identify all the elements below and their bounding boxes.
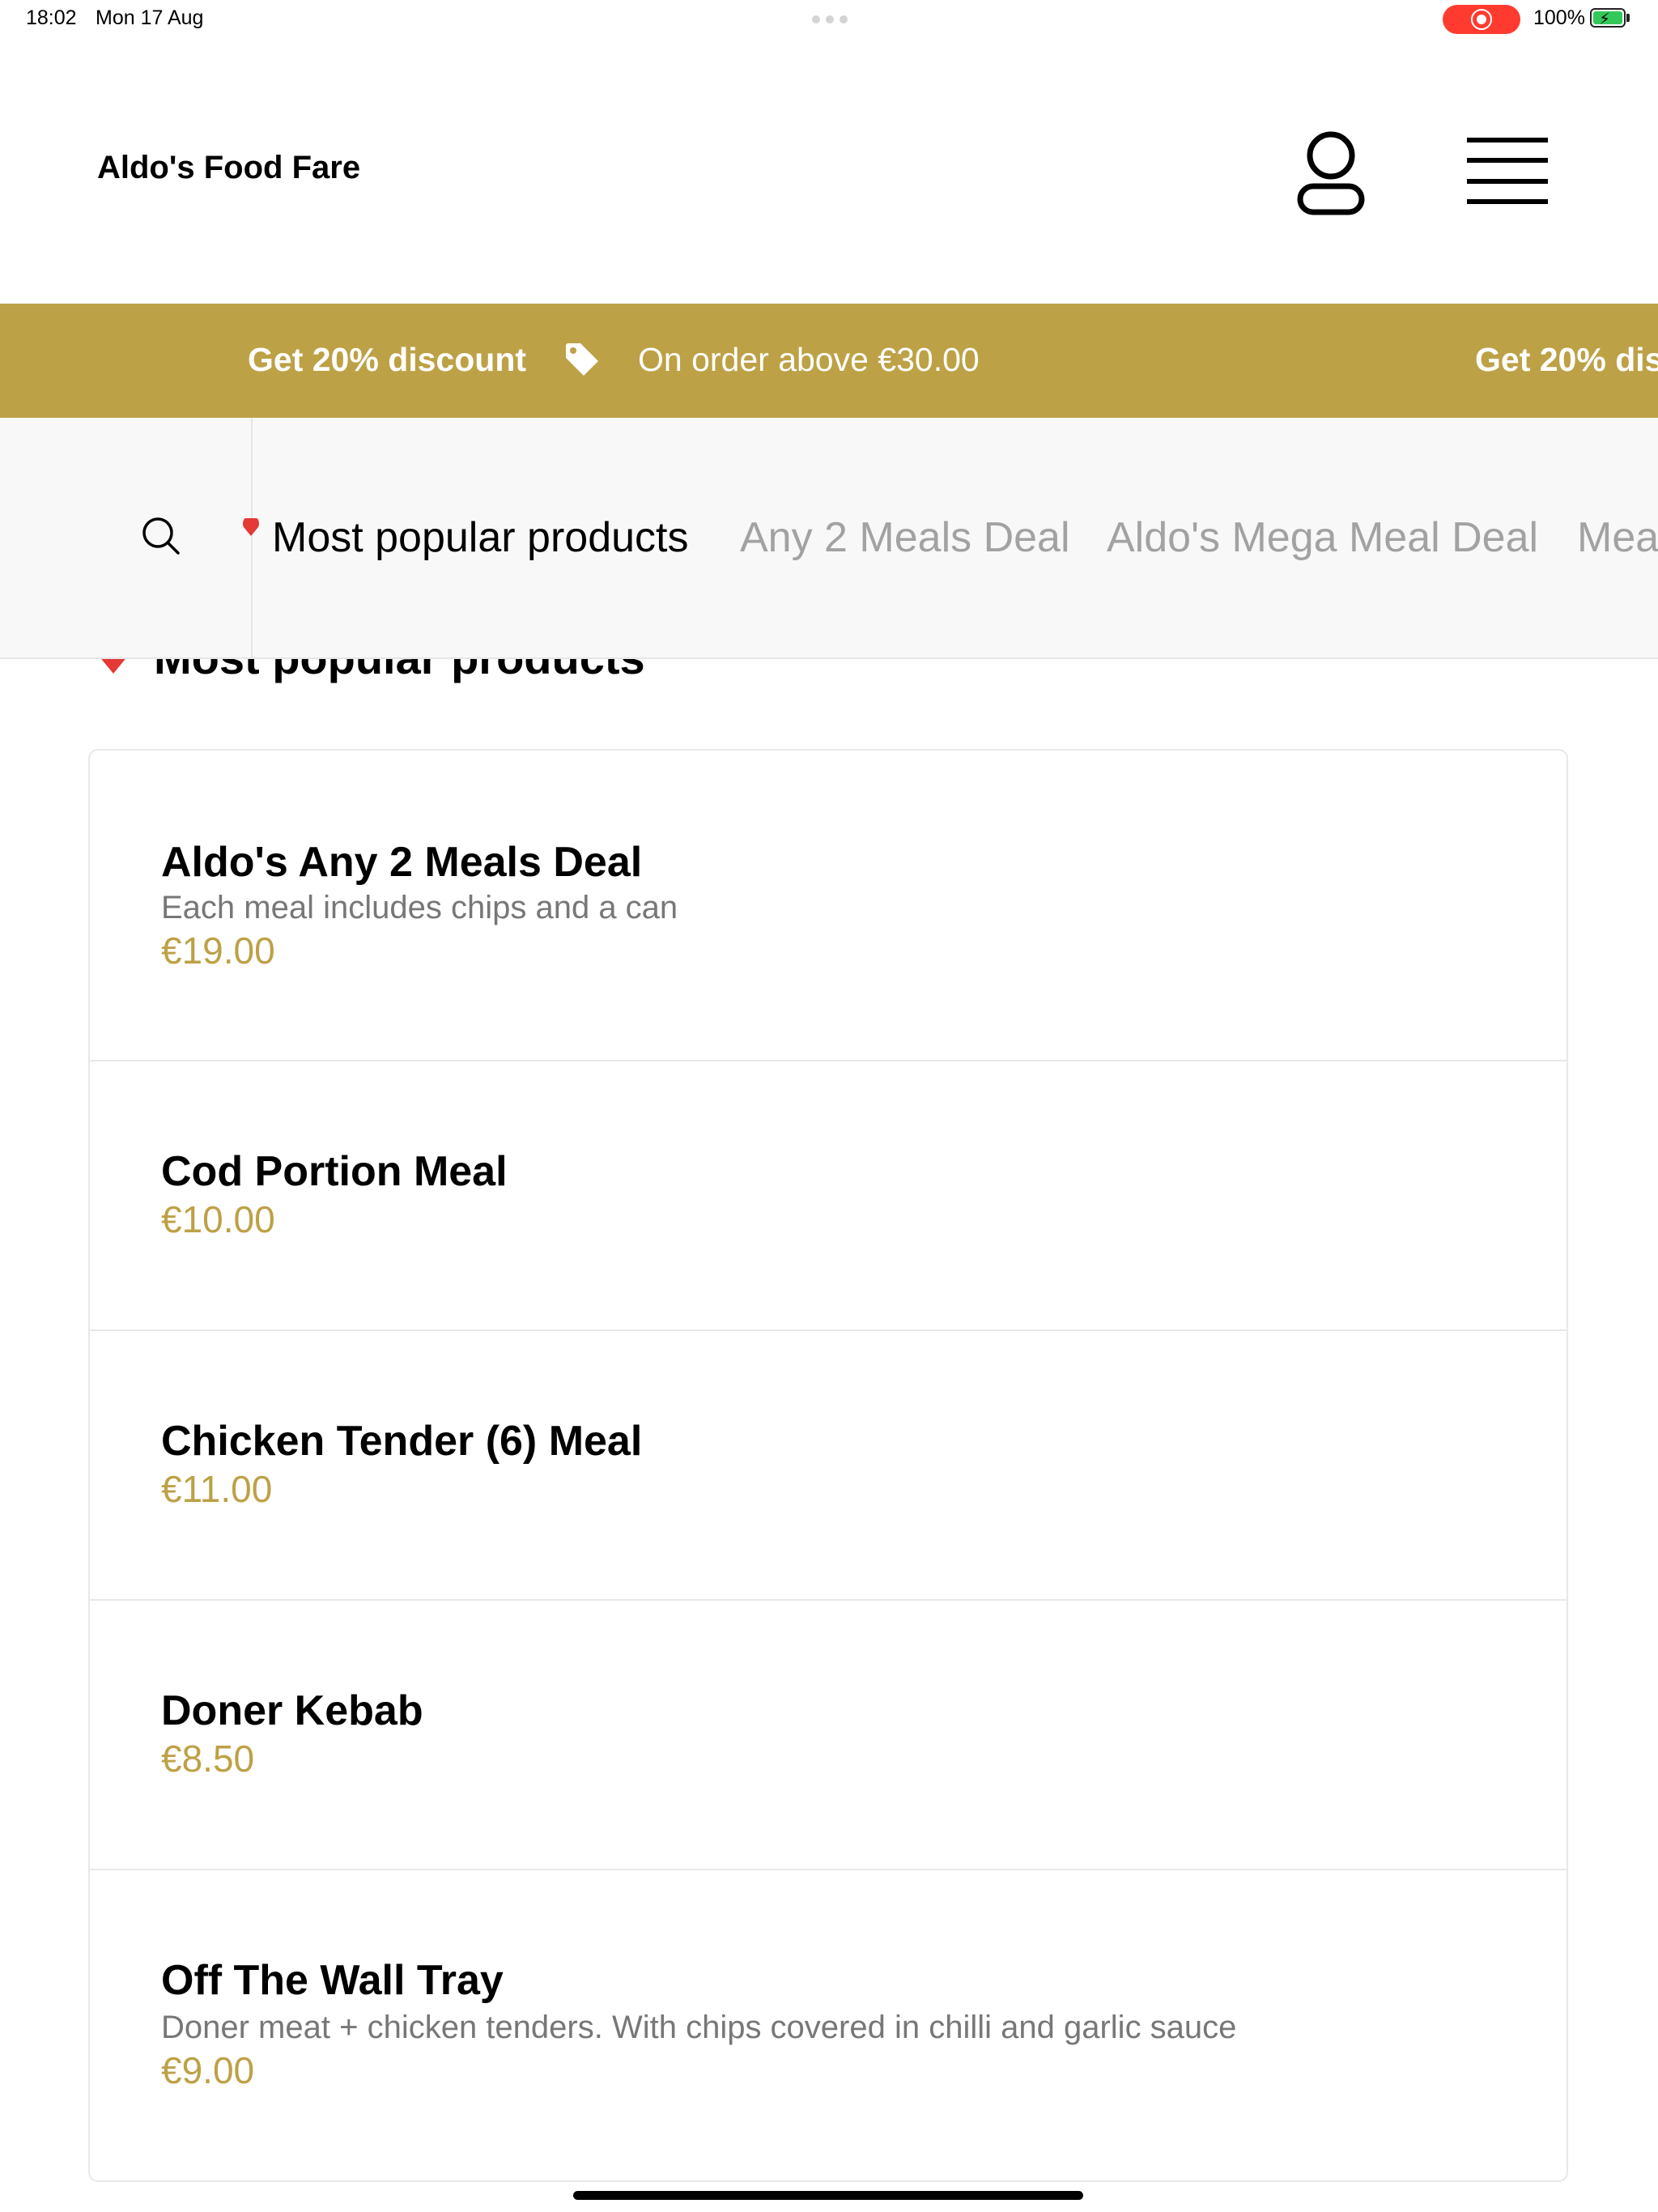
- category-nav: Most popular products Any 2 Meals Deal A…: [0, 418, 1658, 659]
- account-icon[interactable]: [1295, 128, 1367, 217]
- product-name: Chicken Tender (6) Meal: [161, 1418, 643, 1465]
- search-button[interactable]: [0, 418, 253, 657]
- promo-banner: Get 20% discount On order above €30.00 G…: [0, 304, 1658, 418]
- product-card[interactable]: Off The Wall Tray Doner meat + chicken t…: [90, 1870, 1567, 2180]
- product-card[interactable]: Chicken Tender (6) Meal €11.00: [90, 1331, 1567, 1601]
- product-price: €10.00: [161, 1198, 275, 1240]
- product-name: Doner Kebab: [161, 1687, 423, 1734]
- product-name: Cod Portion Meal: [161, 1148, 508, 1195]
- search-icon: [142, 517, 180, 555]
- battery-percent: 100%: [1533, 6, 1585, 29]
- battery-icon: ⚡: [1590, 8, 1626, 28]
- category-any-2-meals-deal[interactable]: Any 2 Meals Deal: [740, 513, 1070, 562]
- promo-headline-repeat: Get 20% dis: [1475, 341, 1658, 378]
- product-price: €19.00: [161, 929, 275, 972]
- battery-tip: [1626, 14, 1630, 22]
- promo-headline: Get 20% discount: [248, 341, 527, 378]
- product-card[interactable]: Cod Portion Meal €10.00: [90, 1061, 1567, 1331]
- product-card[interactable]: Doner Kebab €8.50: [90, 1601, 1567, 1870]
- product-price: €9.00: [161, 2049, 255, 2091]
- product-name: Aldo's Any 2 Meals Deal: [161, 839, 643, 886]
- product-list: Aldo's Any 2 Meals Deal Each meal includ…: [88, 749, 1568, 2182]
- status-bar: 18:02 Mon 17 Aug 100% ⚡: [0, 0, 1658, 40]
- product-price: €11.00: [161, 1468, 273, 1510]
- menu-icon[interactable]: [1467, 138, 1548, 204]
- brand-name[interactable]: Aldo's Food Fare: [97, 150, 360, 186]
- category-pin-icon: [243, 518, 259, 536]
- product-card[interactable]: Aldo's Any 2 Meals Deal Each meal includ…: [90, 751, 1567, 1061]
- price-tag-icon: [566, 343, 598, 376]
- product-description: Doner meat + chicken tenders. With chips…: [161, 2010, 1237, 2045]
- status-time: 18:02: [26, 6, 77, 29]
- category-meals[interactable]: Mea: [1577, 513, 1658, 562]
- category-mega-meal-deal[interactable]: Aldo's Mega Meal Deal: [1107, 513, 1538, 562]
- product-name: Off The Wall Tray: [161, 1957, 504, 2004]
- multitasking-dots-icon[interactable]: [812, 15, 848, 23]
- home-indicator[interactable]: [573, 2191, 1083, 2200]
- product-price: €8.50: [161, 1738, 255, 1780]
- screen-recording-indicator[interactable]: [1443, 5, 1520, 34]
- status-date: Mon 17 Aug: [96, 6, 204, 29]
- promo-detail: On order above €30.00: [638, 341, 980, 378]
- product-description: Each meal includes chips and a can: [161, 890, 678, 925]
- category-most-popular[interactable]: Most popular products: [272, 513, 689, 562]
